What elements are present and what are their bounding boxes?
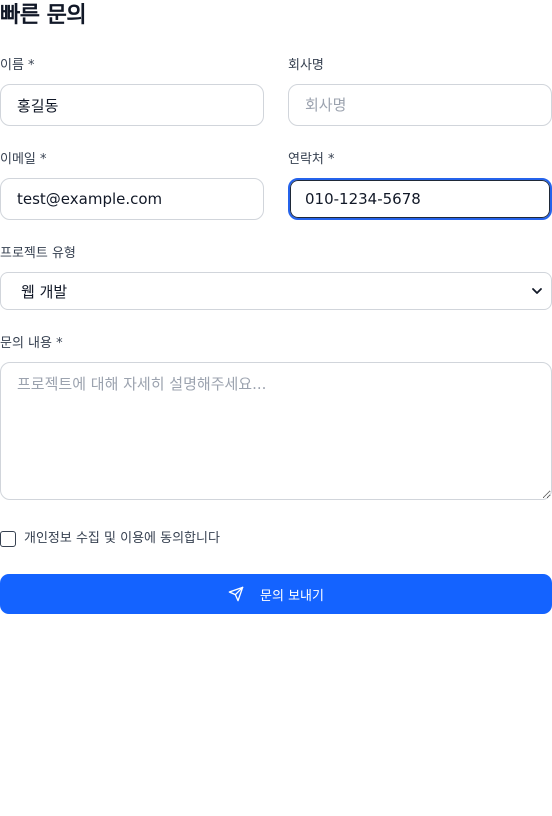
- project-type-label: 프로젝트 유형: [0, 246, 76, 261]
- name-input[interactable]: [0, 84, 264, 126]
- phone-label: 연락처 *: [288, 152, 335, 167]
- consent-label[interactable]: 개인정보 수집 및 이용에 동의합니다: [24, 531, 220, 547]
- email-input[interactable]: [0, 178, 264, 220]
- email-label: 이메일 *: [0, 152, 47, 167]
- message-textarea[interactable]: [0, 362, 552, 500]
- submit-button[interactable]: 문의 보내기: [0, 574, 552, 614]
- project-type-select[interactable]: 웹 개발: [0, 272, 552, 310]
- name-label: 이름 *: [0, 58, 35, 73]
- consent-row: 개인정보 수집 및 이용에 동의합니다: [0, 531, 220, 547]
- consent-checkbox[interactable]: [0, 531, 16, 547]
- message-label: 문의 내용 *: [0, 336, 63, 351]
- company-label: 회사명: [288, 58, 324, 73]
- submit-label: 문의 보내기: [260, 588, 324, 604]
- chevron-down-icon: [531, 285, 543, 297]
- form-title: 빠른 문의: [0, 3, 87, 28]
- phone-input[interactable]: [288, 178, 552, 220]
- send-icon: [228, 586, 244, 602]
- company-input[interactable]: [288, 84, 552, 126]
- project-type-selected-value: 웹 개발: [21, 282, 68, 301]
